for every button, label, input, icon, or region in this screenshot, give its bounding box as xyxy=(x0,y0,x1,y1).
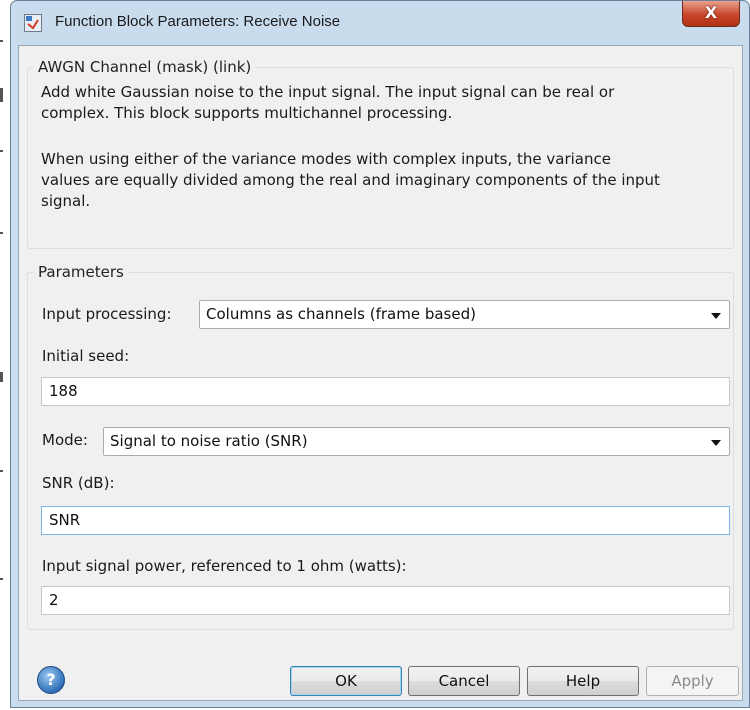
input-processing-label: Input processing: xyxy=(42,305,172,323)
dialog-window: Function Block Parameters: Receive Noise… xyxy=(10,0,750,708)
mode-dropdown[interactable]: Signal to noise ratio (SNR) xyxy=(103,427,730,456)
background-mark xyxy=(0,470,3,472)
mode-value: Signal to noise ratio (SNR) xyxy=(110,432,308,450)
window-title: Function Block Parameters: Receive Noise xyxy=(55,13,341,30)
background-mark xyxy=(0,150,3,152)
chevron-down-icon xyxy=(711,440,721,446)
parameters-group-title: Parameters xyxy=(34,263,128,281)
description-line: signal. xyxy=(41,192,91,210)
description-line: Add white Gaussian noise to the input si… xyxy=(41,83,615,101)
description-paragraph-2: When using either of the variance modes … xyxy=(41,149,721,212)
close-button[interactable]: X xyxy=(682,1,740,27)
description-group-title: AWGN Channel (mask) (link) xyxy=(34,58,256,76)
dialog-body: AWGN Channel (mask) (link) Add white Gau… xyxy=(18,45,743,701)
description-line: values are equally divided among the rea… xyxy=(41,171,660,189)
background-mark xyxy=(0,88,3,102)
help-icon[interactable]: ? xyxy=(37,666,65,694)
background-mark xyxy=(0,40,3,42)
background-mark xyxy=(0,232,3,234)
description-group: AWGN Channel (mask) (link) Add white Gau… xyxy=(27,58,734,249)
input-processing-value: Columns as channels (frame based) xyxy=(206,305,476,323)
snr-label: SNR (dB): xyxy=(42,474,115,492)
help-button[interactable]: Help xyxy=(527,666,639,696)
input-power-input[interactable]: 2 xyxy=(41,586,730,615)
description-line: When using either of the variance modes … xyxy=(41,150,611,168)
initial-seed-label: Initial seed: xyxy=(42,347,130,365)
background-mark xyxy=(0,578,3,580)
simulink-app-icon xyxy=(24,14,42,32)
input-power-label: Input signal power, referenced to 1 ohm … xyxy=(42,557,407,575)
mode-label: Mode: xyxy=(42,431,88,449)
background-mark xyxy=(0,372,3,382)
chevron-down-icon xyxy=(711,313,721,319)
snr-input[interactable]: SNR xyxy=(41,506,730,535)
apply-button[interactable]: Apply xyxy=(646,666,739,696)
initial-seed-input[interactable]: 188 xyxy=(41,377,730,406)
ok-button[interactable]: OK xyxy=(290,666,402,696)
description-paragraph-1: Add white Gaussian noise to the input si… xyxy=(41,82,721,124)
parameters-group: Parameters Input processing: Columns as … xyxy=(27,263,734,630)
cancel-button[interactable]: Cancel xyxy=(408,666,520,696)
input-processing-dropdown[interactable]: Columns as channels (frame based) xyxy=(199,300,730,329)
title-bar[interactable]: Function Block Parameters: Receive Noise… xyxy=(11,1,749,45)
description-line: complex. This block supports multichanne… xyxy=(41,104,453,122)
